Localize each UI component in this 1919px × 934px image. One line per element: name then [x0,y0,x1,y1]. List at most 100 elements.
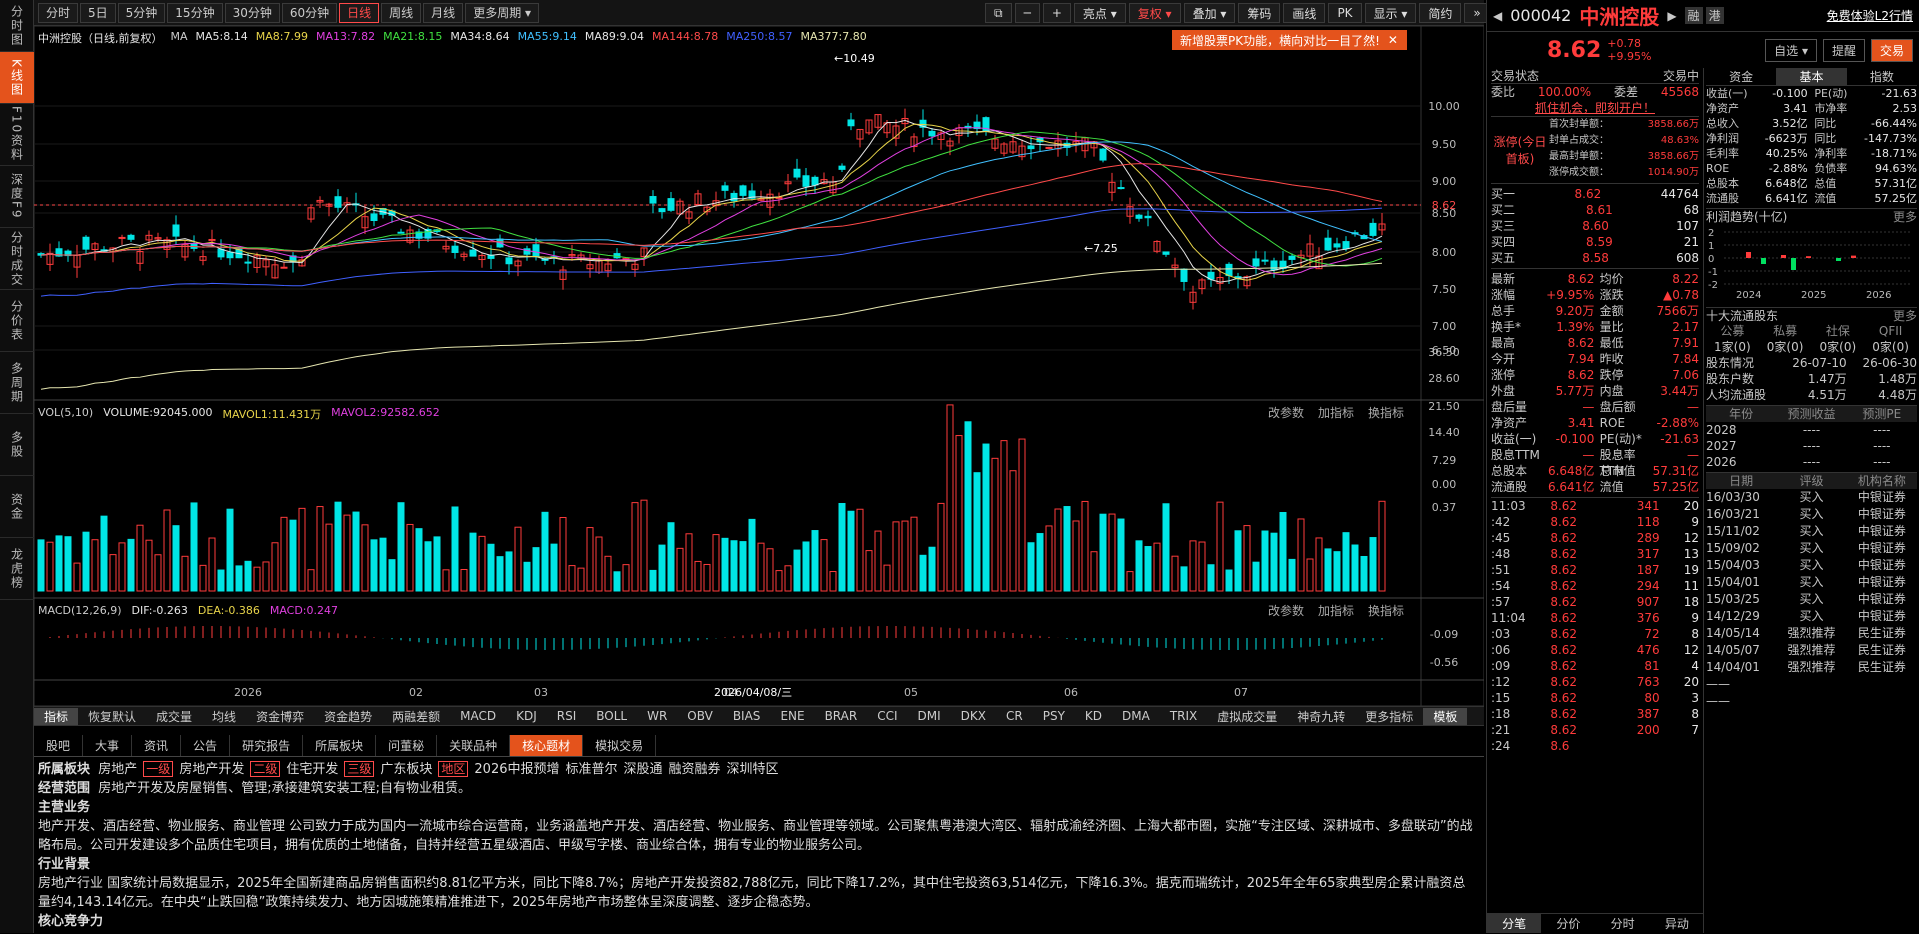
sector-item[interactable]: 地区 [438,761,469,777]
sidebar-item-7[interactable]: 多股 [0,414,34,476]
indicator-21[interactable]: KD [1075,709,1112,723]
sidebar-item-4[interactable]: 分时成交 [0,228,34,290]
indicator-23[interactable]: TRIX [1160,709,1207,723]
indicator-15[interactable]: BRAR [815,709,868,723]
holders-more-link[interactable]: 更多 [1893,308,1917,323]
indicator-16[interactable]: CCI [867,709,907,723]
period-3[interactable]: 15分钟 [167,2,223,23]
info-tab-2[interactable]: 资讯 [132,735,182,756]
tool-3[interactable]: 筹码 [1238,3,1281,23]
tool-icon-1[interactable]: ─ [1014,3,1040,23]
indicator-18[interactable]: DKX [951,709,996,723]
sector-item[interactable]: 标准普尔 [566,762,618,777]
period-7[interactable]: 周线 [381,2,422,23]
period-6[interactable]: 日线 [339,2,380,23]
indicator-2[interactable]: 成交量 [146,708,202,725]
period-1[interactable]: 5日 [80,2,116,23]
sidebar-item-3[interactable]: 深度F9 [0,166,34,228]
profit-more-link[interactable]: 更多 [1893,209,1917,224]
sector-item[interactable]: 二级 [250,761,281,777]
btn-1[interactable]: 提醒 [1822,38,1865,62]
indicator-8[interactable]: KDJ [506,709,547,723]
fund-tab-2[interactable]: 指数 [1847,68,1917,85]
sector-item[interactable]: 房地产开发 [179,762,244,777]
tick-tab-0[interactable]: 分笔 [1487,914,1542,933]
indicator-24[interactable]: 虚拟成交量 [1207,708,1287,725]
btn-0[interactable]: 自选 ▾ [1765,38,1817,62]
sub-action[interactable]: 换指标 [1368,404,1404,421]
indicator-11[interactable]: WR [637,709,677,723]
sub-action[interactable]: 改参数 [1268,602,1304,619]
indicator-25[interactable]: 神奇九转 [1287,708,1355,725]
sidebar-item-2[interactable]: F10资料 [0,104,34,166]
next-stock-icon[interactable]: ▶ [1667,9,1676,23]
sector-item[interactable]: 2026中报预增 [474,762,559,777]
info-tab-5[interactable]: 所属板块 [303,735,377,756]
indicator-27[interactable]: 模板 [1423,707,1468,725]
info-tab-1[interactable]: 大事 [83,735,133,756]
tool-2[interactable]: 叠加 ▾ [1183,3,1236,23]
indicator-6[interactable]: 两融差额 [382,708,450,725]
close-icon[interactable]: ✕ [1388,33,1398,47]
sector-item[interactable]: 一级 [143,761,174,777]
indicator-19[interactable]: CR [996,709,1033,723]
prev-stock-icon[interactable]: ◀ [1493,9,1502,23]
fund-tab-1[interactable]: 基本 [1776,68,1847,85]
sector-item[interactable]: 住宅开发 [286,762,338,777]
indicator-5[interactable]: 资金趋势 [314,708,382,725]
period-9[interactable]: 更多周期 ▾ [465,2,540,23]
sidebar-item-6[interactable]: 多周期 [0,352,34,414]
btn-2[interactable]: 交易 [1870,38,1913,62]
tool-icon-0[interactable]: ⧉ [985,3,1012,23]
l2-trial-link[interactable]: 免费体验L2行情 [1827,7,1913,24]
sub-action[interactable]: 换指标 [1368,602,1404,619]
open-account-link[interactable]: 抓住机会，即刻开户！ [1491,100,1699,116]
info-tab-0[interactable]: 股吧 [34,735,84,756]
info-tab-4[interactable]: 研究报告 [230,735,304,756]
indicator-9[interactable]: RSI [547,709,587,723]
tool-7[interactable]: 简约 [1419,3,1462,23]
sector-item[interactable]: 广东板块 [380,762,432,777]
sector-item[interactable]: 深股通 [624,762,663,777]
indicator-4[interactable]: 资金博弈 [246,708,314,725]
period-4[interactable]: 30分钟 [224,2,280,23]
indicator-7[interactable]: MACD [450,709,506,723]
tool-4[interactable]: 画线 [1283,3,1326,23]
indicator-20[interactable]: PSY [1033,709,1075,723]
indicator-3[interactable]: 均线 [202,708,246,725]
tool-0[interactable]: 亮点 ▾ [1073,3,1126,23]
fund-tab-0[interactable]: 资金 [1706,68,1776,85]
sidebar-item-5[interactable]: 分价表 [0,290,34,352]
info-tab-8[interactable]: 核心题材 [510,735,584,756]
indicator-10[interactable]: BOLL [586,709,637,723]
indicator-17[interactable]: DMI [908,709,951,723]
sidebar-item-0[interactable]: 分时图 [0,0,34,52]
tick-tab-2[interactable]: 分时 [1596,914,1650,933]
indicator-22[interactable]: DMA [1112,709,1160,723]
info-tab-7[interactable]: 关联品种 [437,735,511,756]
sub-action[interactable]: 加指标 [1318,404,1354,421]
tool-icon-2[interactable]: + [1042,3,1071,23]
period-8[interactable]: 月线 [423,2,464,23]
info-tab-3[interactable]: 公告 [181,735,231,756]
sidebar-item-1[interactable]: K线图 [0,52,34,104]
period-2[interactable]: 5分钟 [117,2,166,23]
indicator-0[interactable]: 指标 [34,707,79,725]
pk-promo-banner[interactable]: 新增股票PK功能，横向对比一目了然! ✕ [1172,30,1407,50]
sector-item[interactable]: 房地产 [98,762,137,777]
indicator-14[interactable]: ENE [770,709,814,723]
indicator-1[interactable]: 恢复默认 [78,708,146,725]
sidebar-item-8[interactable]: 资金 [0,476,34,538]
period-5[interactable]: 60分钟 [281,2,338,23]
indicator-12[interactable]: OBV [677,709,723,723]
sector-item[interactable]: 深圳特区 [727,762,779,777]
sidebar-item-9[interactable]: 龙虎榜 [0,538,34,600]
tool-6[interactable]: 显示 ▾ [1364,3,1417,23]
indicator-26[interactable]: 更多指标 [1355,708,1423,725]
period-0[interactable]: 分时 [38,2,79,23]
indicator-13[interactable]: BIAS [723,709,771,723]
info-tab-6[interactable]: 问董秘 [376,735,438,756]
tool-1[interactable]: 复权 ▾ [1128,3,1181,23]
sector-item[interactable]: 融资融券 [669,762,721,777]
sub-action[interactable]: 改参数 [1268,404,1304,421]
